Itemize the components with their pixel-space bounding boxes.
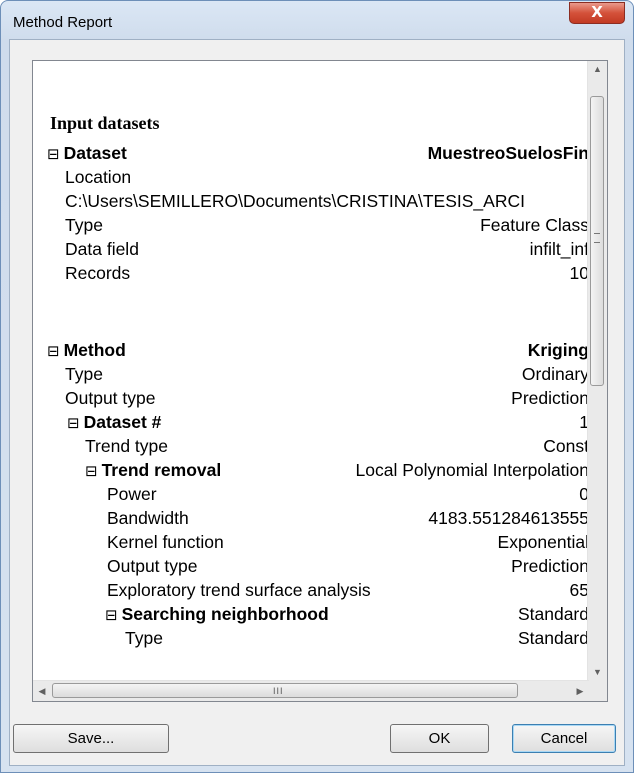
property-label: Trend type: [85, 434, 171, 458]
collapse-toggle-icon[interactable]: ⊟: [47, 342, 60, 360]
scrollbar-corner: [588, 681, 607, 701]
collapse-toggle-icon[interactable]: ⊟: [105, 606, 118, 624]
title-bar[interactable]: Method Report X: [1, 1, 633, 39]
records-row: Records 10: [33, 261, 589, 285]
report-content: Input datasets ⊟ Dataset MuestreoSuelosFi…: [33, 61, 589, 681]
searching-neighborhood-value: Standard: [515, 602, 589, 626]
property-value: infilt_inf: [527, 237, 589, 261]
location-label: Location: [65, 165, 134, 189]
vertical-scrollbar[interactable]: ▲ ▼: [587, 61, 607, 681]
property-value: 10: [567, 261, 589, 285]
scroll-up-icon[interactable]: ▲: [588, 61, 607, 78]
method-type-row: Type Ordinary: [33, 362, 589, 386]
dialog-client-area: Input datasets ⊟ Dataset MuestreoSuelosFi…: [9, 39, 625, 766]
property-value: Standard: [515, 626, 589, 650]
location-value: C:\Users\SEMILLERO\Documents\CRISTINA\TE…: [65, 191, 525, 211]
property-value: Feature Class: [478, 213, 589, 237]
close-button[interactable]: X: [569, 2, 625, 24]
method-value: Kriging: [525, 338, 589, 362]
property-label: Data field: [65, 237, 141, 261]
property-label: Exploratory trend surface analysis: [107, 578, 373, 602]
vertical-scroll-thumb[interactable]: [590, 96, 604, 386]
scroll-right-icon[interactable]: ▶: [571, 681, 589, 701]
exploratory-trend-row: Exploratory trend surface analysis 65: [33, 578, 589, 602]
dataset-number-label: Dataset #: [83, 412, 162, 432]
property-label: Type: [65, 213, 105, 237]
property-label: Power: [107, 482, 159, 506]
ok-button[interactable]: OK: [390, 724, 489, 753]
property-label: Output type: [65, 386, 158, 410]
collapse-toggle-icon[interactable]: ⊟: [67, 414, 80, 432]
method-row[interactable]: ⊟ Method Kriging: [33, 338, 589, 363]
searching-type-row: Type Standard: [33, 626, 589, 650]
method-output-type-row: Output type Prediction: [33, 386, 589, 410]
close-icon: X: [591, 3, 603, 21]
trend-removal-row[interactable]: ⊟ Trend removal Local Polynomial Interpol…: [33, 458, 589, 483]
data-field-row: Data field infilt_inf: [33, 237, 589, 261]
trend-removal-label: Trend removal: [101, 460, 222, 480]
searching-neighborhood-label: Searching neighborhood: [121, 604, 329, 624]
property-value: Prediction: [509, 554, 589, 578]
collapse-toggle-icon[interactable]: ⊟: [47, 145, 60, 163]
dataset-type-row: Type Feature Class: [33, 213, 589, 237]
horizontal-scroll-thumb[interactable]: III: [52, 683, 518, 698]
property-label: Kernel function: [107, 530, 226, 554]
property-value: Prediction: [509, 386, 589, 410]
save-button[interactable]: Save...: [13, 724, 169, 753]
property-value: Exponential: [495, 530, 589, 554]
dataset-number-row[interactable]: ⊟ Dataset # 1: [33, 410, 589, 435]
method-report-window: Method Report X Input datasets ⊟ Dataset …: [0, 0, 634, 773]
report-panel: Input datasets ⊟ Dataset MuestreoSuelosFi…: [32, 60, 608, 702]
scroll-down-icon[interactable]: ▼: [588, 664, 607, 681]
dataset-label: Dataset: [63, 143, 127, 163]
cancel-button[interactable]: Cancel: [512, 724, 616, 753]
trend-output-type-row: Output type Prediction: [33, 554, 589, 578]
trend-type-row: Trend type Const: [33, 434, 589, 458]
kernel-function-row: Kernel function Exponential: [33, 530, 589, 554]
property-value: 4183.551284613555: [426, 506, 589, 530]
property-label: Records: [65, 261, 133, 285]
property-label: Bandwidth: [107, 506, 191, 530]
property-value: Ordinary: [519, 362, 589, 386]
horizontal-scrollbar[interactable]: ◀ III ▶: [33, 680, 589, 701]
property-label: Type: [65, 362, 105, 386]
property-label: Output type: [107, 554, 200, 578]
property-value: Const: [541, 434, 589, 458]
method-label: Method: [63, 340, 126, 360]
property-label: Type: [125, 626, 165, 650]
dataset-row[interactable]: ⊟ Dataset MuestreoSuelosFin: [33, 141, 589, 166]
location-row: Location: [33, 165, 589, 189]
scroll-grip-icon: III: [273, 686, 284, 696]
property-value: 65: [567, 578, 589, 602]
trend-removal-value: Local Polynomial Interpolation: [353, 458, 589, 482]
dataset-value: MuestreoSuelosFin: [425, 141, 589, 165]
scroll-left-icon[interactable]: ◀: [33, 681, 51, 701]
bandwidth-row: Bandwidth 4183.551284613555: [33, 506, 589, 530]
power-row: Power 0: [33, 482, 589, 506]
searching-neighborhood-row[interactable]: ⊟ Searching neighborhood Standard: [33, 602, 589, 627]
window-title: Method Report: [13, 14, 113, 31]
collapse-toggle-icon[interactable]: ⊟: [85, 462, 98, 480]
input-datasets-heading: Input datasets: [50, 113, 160, 133]
